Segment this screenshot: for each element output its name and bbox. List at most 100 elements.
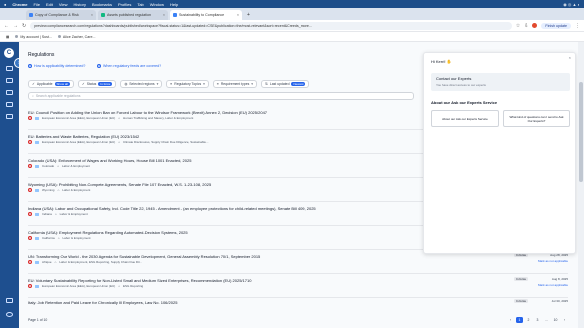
download-icon[interactable]: ⇩ <box>524 23 528 29</box>
regulation-meta: California ⌂ Labor & Employment <box>28 236 91 240</box>
regulation-meta: Colorado ⌂ Labor & Employment <box>28 164 90 168</box>
mark-not-applicable-link[interactable]: Mark as not applicable <box>538 283 568 287</box>
settings-icon[interactable] <box>6 114 13 119</box>
tab-close-icon[interactable]: × <box>163 13 165 17</box>
star-icon[interactable]: ☆ <box>516 23 520 29</box>
about-service-button[interactable]: About our Ask our Experts Service <box>431 110 499 127</box>
regulations-icon[interactable] <box>6 78 13 83</box>
tab-bar: Copy of Compliance & Risk × Assets publi… <box>0 8 584 24</box>
back-icon[interactable]: ← <box>4 23 9 29</box>
filter-last-updated[interactable]: ⇅ Last updated Newest <box>261 80 310 88</box>
menu-history[interactable]: History <box>74 2 86 7</box>
user-icon[interactable] <box>6 312 13 317</box>
regulation-topics: Human Trafficking and Slavery, Labor & E… <box>123 116 194 120</box>
tab-close-icon[interactable]: × <box>91 13 93 17</box>
forward-icon[interactable]: → <box>13 23 18 29</box>
apple-icon[interactable]: ● <box>4 2 6 7</box>
regulation-region: Wyoming <box>42 188 55 192</box>
close-panel-icon[interactable]: × <box>569 55 571 60</box>
region-flag-icon <box>35 236 39 240</box>
regulation-title[interactable]: Indiana (USA): Labor and Occupational Sa… <box>28 206 316 211</box>
menu-view[interactable]: View <box>59 2 68 7</box>
regulation-title[interactable]: EU: Voluntary Sustainability Reporting f… <box>28 278 251 283</box>
new-tab-icon[interactable]: + <box>244 12 253 20</box>
regulation-title[interactable]: Wyoming (USA): Prohibiting Non-Compete A… <box>28 182 211 187</box>
mark-not-applicable-link[interactable]: Mark as not applicable <box>538 259 568 263</box>
filter-regions[interactable]: ◍ Selected regions ▾ <box>120 80 163 88</box>
regulation-title[interactable]: Colorado (USA): Enforcement of Wages and… <box>28 158 191 163</box>
status-badge: In force <box>513 299 528 303</box>
search-input[interactable]: ⌕ Search applicable regulations <box>28 92 414 100</box>
bookmark-icon <box>15 35 19 38</box>
home-icon[interactable] <box>6 66 13 71</box>
contact-experts-card[interactable]: Contact our Experts You have direct acce… <box>431 73 570 91</box>
tab-close-icon[interactable]: × <box>237 13 239 17</box>
profile-avatar[interactable] <box>532 23 538 28</box>
page-3-button[interactable]: 3 <box>534 317 541 323</box>
menu-app[interactable]: Chrome <box>12 2 27 7</box>
region-flag-icon <box>35 164 39 168</box>
regulation-title[interactable]: EU: Council Position on Adding the Union… <box>28 110 267 115</box>
regulation-title[interactable]: UN: Transforming Our World - the 2030 Ag… <box>28 254 260 259</box>
reload-icon[interactable]: ↻ <box>22 23 26 29</box>
bookmark-1[interactable]: My account | Sust... <box>15 35 52 39</box>
updated-date: Aug 8, 2025 <box>551 277 568 281</box>
regulation-row[interactable]: Italy: Job Retention and Paid Leave for … <box>28 298 568 312</box>
regulation-row[interactable]: UN: Transforming Our World - the 2030 Ag… <box>28 252 568 274</box>
tab-2[interactable]: Assets published regulation × <box>98 10 168 20</box>
status-icons[interactable]: ◉ ◎ ▲ ◐ <box>563 2 580 7</box>
questions-button[interactable]: What kind of questions can I send to Ask… <box>503 110 570 127</box>
reports-icon[interactable] <box>6 90 13 95</box>
regulation-region: Colorado <box>42 164 55 168</box>
regulation-title[interactable]: California (USA): Employment Regulations… <box>28 230 188 235</box>
menu-edit[interactable]: Edit <box>46 2 53 7</box>
menu-help[interactable]: Help <box>170 2 178 7</box>
regulation-title[interactable]: EU: Batteries and Waste Batteries, Regul… <box>28 134 139 139</box>
sort-icon: ⇅ <box>265 82 268 86</box>
status-badge: In force <box>513 277 528 281</box>
tab-label: Assets published regulation <box>107 13 151 17</box>
menu-bookmarks[interactable]: Bookmarks <box>92 2 112 7</box>
regulation-region: European Economic Area (EEA), European U… <box>42 116 116 120</box>
apps-grid-icon[interactable]: ▦ <box>6 35 9 39</box>
tag-icon: ⌂ <box>57 236 60 240</box>
tag-icon: ≡ <box>170 82 173 86</box>
filter-applicable[interactable]: ✓ Applicable Show all <box>28 80 74 88</box>
about-service-heading: About our Ask our Experts Service <box>431 100 498 105</box>
next-page-icon[interactable]: › <box>561 317 568 323</box>
tab-3-active[interactable]: Sustainability to Compliance × <box>170 10 242 20</box>
menu-file[interactable]: File <box>34 2 40 7</box>
filter-topics[interactable]: ≡ Regulatory Topics ▾ <box>166 80 209 88</box>
bookmark-2[interactable]: Alice Zacher, Care... <box>57 35 95 39</box>
regulation-row[interactable]: EU: Voluntary Sustainability Reporting f… <box>28 276 568 298</box>
filter-chip: Show all <box>54 82 70 86</box>
help-applicability-link[interactable]: ? How is applicability determined? <box>28 64 85 68</box>
regulation-topics: Labor & Employment <box>59 212 88 216</box>
regulation-region: Indiana <box>42 212 52 216</box>
app-sidebar: C <box>0 42 19 328</box>
regulation-meta: Wyoming ⌂ Labor & Employment <box>28 188 90 192</box>
filter-requirement-types[interactable]: ≡ Requirement types ▾ <box>212 80 257 88</box>
question-icon: ? <box>97 64 101 68</box>
collapse-icon[interactable] <box>6 298 13 303</box>
help-feeds-link[interactable]: ? When regulatory feeds are covered? <box>97 64 161 68</box>
page-1-button[interactable]: 1 <box>516 317 523 323</box>
regulation-topics: Labor & Employment <box>62 236 91 240</box>
kebab-menu-icon[interactable]: ⋮ <box>575 23 580 29</box>
page-2-button[interactable]: 2 <box>525 317 532 323</box>
app-logo[interactable]: C <box>4 48 14 58</box>
regulation-title[interactable]: Italy: Job Retention and Paid Leave for … <box>28 300 177 305</box>
scrollbar-thumb[interactable] <box>579 82 583 182</box>
filter-status[interactable]: ✓ Status In force <box>77 80 117 88</box>
finish-update-button[interactable]: Finish update <box>541 22 571 29</box>
menu-tab[interactable]: Tab <box>137 2 143 7</box>
tab-1[interactable]: Copy of Compliance & Risk × <box>26 10 96 20</box>
tasks-icon[interactable] <box>6 102 13 107</box>
scrollbar[interactable] <box>578 42 584 328</box>
region-flag-icon <box>35 140 39 144</box>
page-10-button[interactable]: 10 <box>552 317 559 323</box>
menu-window[interactable]: Window <box>150 2 164 7</box>
url-input[interactable]: preview.compliancesearch.com/regulations… <box>30 21 512 30</box>
prev-page-icon[interactable]: ‹ <box>507 317 514 323</box>
menu-profiles[interactable]: Profiles <box>118 2 131 7</box>
